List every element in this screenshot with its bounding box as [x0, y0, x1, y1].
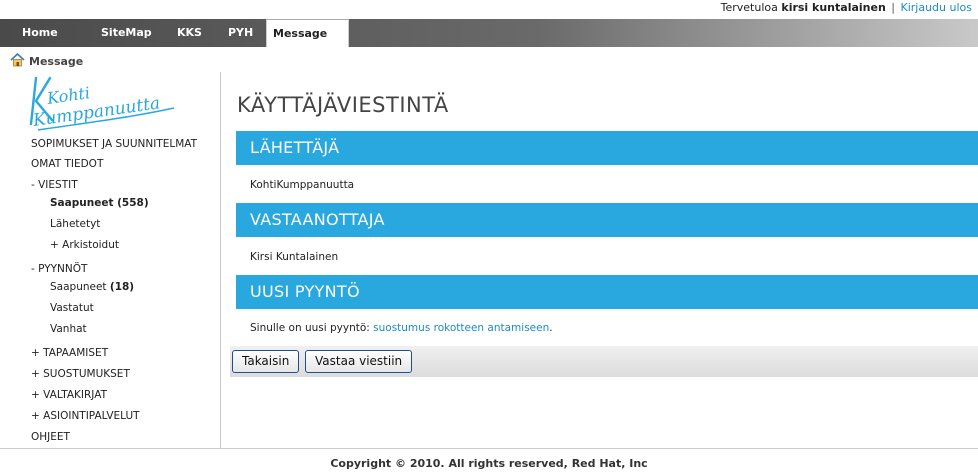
request-text-suffix: . — [549, 322, 553, 334]
sidebar-item-vastatut[interactable]: Vastatut — [50, 302, 94, 314]
welcome-text: Tervetuloa kirsi kuntalainen | Kirjaudu … — [721, 1, 972, 14]
tab-message[interactable]: Message — [266, 19, 349, 47]
sidebar-item-lahetetyt[interactable]: Lähetetyt — [50, 218, 100, 230]
sender-value: KohtiKumppanuutta — [250, 179, 355, 191]
sidebar-item-viestit[interactable]: - VIESTIT — [31, 179, 78, 191]
main-content: KÄYTTÄJÄVIESTINTÄ LÄHETTÄJÄ KohtiKumppan… — [222, 72, 978, 448]
sidebar-item-suostumukset[interactable]: + SUOSTUMUKSET — [31, 368, 130, 380]
sidebar-item-valtakirjat[interactable]: + VALTAKIRJAT — [31, 389, 107, 401]
sidebar-item-omat-tiedot[interactable]: OMAT TIEDOT — [31, 158, 103, 170]
top-bar: Tervetuloa kirsi kuntalainen | Kirjaudu … — [0, 0, 978, 18]
back-button[interactable]: Takaisin — [232, 350, 300, 373]
recipient-value: Kirsi Kuntalainen — [250, 251, 339, 263]
reply-button[interactable]: Vastaa viestiin — [305, 350, 413, 373]
request-text: Sinulle on uusi pyyntö: suostumus rokott… — [250, 322, 553, 334]
recipient-heading: VASTAANOTTAJA — [236, 203, 978, 237]
user-name: kirsi kuntalainen — [781, 1, 886, 14]
breadcrumb: Message — [10, 53, 83, 69]
request-heading: UUSI PYYNTÖ — [236, 275, 978, 309]
sidebar: Kohti Kumppanuutta SOPIMUKSET JA SUUNNIT… — [0, 72, 221, 448]
logout-link[interactable]: Kirjaudu ulos — [901, 1, 973, 14]
welcome-separator: | — [891, 1, 895, 14]
sidebar-item-pyynnot[interactable]: - PYYNNÖT — [31, 263, 87, 275]
home-icon[interactable] — [10, 53, 25, 67]
request-link[interactable]: suostumus rokotteen antamiseen — [373, 322, 549, 334]
main-nav: Home SiteMap KKS PYH Message — [0, 19, 978, 47]
sidebar-item-sopimukset[interactable]: SOPIMUKSET JA SUUNNITELMAT — [31, 138, 197, 150]
footer-copyright: Copyright © 2010. All rights reserved, R… — [0, 448, 978, 476]
page-title: KÄYTTÄJÄVIESTINTÄ — [237, 93, 449, 117]
tab-sitemap[interactable]: SiteMap — [101, 19, 152, 47]
unread-count: (558) — [117, 197, 149, 209]
sidebar-item-ohjeet[interactable]: OHJEET — [31, 431, 70, 443]
sidebar-item-arkistoidut[interactable]: + Arkistoidut — [50, 239, 119, 251]
breadcrumb-label[interactable]: Message — [29, 55, 83, 68]
sidebar-item-asiointipalvelut[interactable]: + ASIOINTIPALVELUT — [31, 410, 140, 422]
sidebar-item-vanhat[interactable]: Vanhat — [50, 323, 87, 335]
button-bar: Takaisin Vastaa viestiin — [230, 346, 978, 377]
request-count: (18) — [109, 281, 135, 293]
sidebar-item-saapuneet-pyynnot[interactable]: Saapuneet (18) — [50, 281, 134, 293]
sender-heading: LÄHETTÄJÄ — [236, 131, 978, 165]
kohti-kumppanuutta-logo[interactable]: Kohti Kumppanuutta — [28, 72, 178, 134]
sidebar-item-tapaamiset[interactable]: + TAPAAMISET — [31, 347, 108, 359]
tab-pyh[interactable]: PYH — [228, 19, 253, 47]
sidebar-item-saapuneet-viestit[interactable]: Saapuneet (558) — [50, 197, 149, 209]
sidebar-item-label: Saapuneet — [50, 197, 114, 209]
sidebar-item-label: Saapuneet — [50, 281, 107, 293]
request-text-prefix: Sinulle on uusi pyyntö: — [250, 322, 374, 334]
welcome-prefix: Tervetuloa — [720, 1, 778, 14]
tab-home[interactable]: Home — [22, 19, 58, 47]
tab-kks[interactable]: KKS — [177, 19, 202, 47]
